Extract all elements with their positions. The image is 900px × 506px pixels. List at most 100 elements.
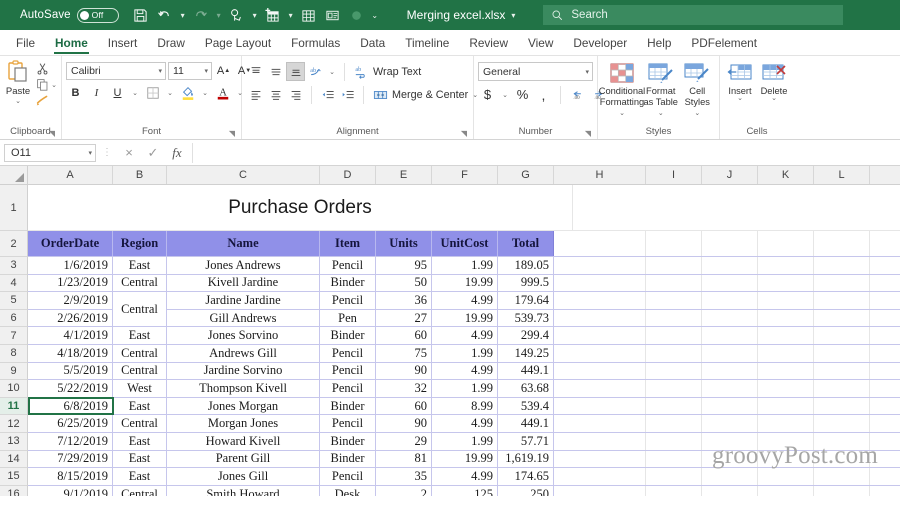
cell-total-5[interactable]: 179.64: [498, 292, 554, 309]
cell-name-3[interactable]: Jones Andrews: [167, 257, 320, 274]
conditional-formatting-button[interactable]: Conditional Formatting ⌄: [599, 60, 645, 119]
increase-font-size-icon[interactable]: A ▲: [214, 61, 233, 80]
paste-chevron-down-icon[interactable]: ⌄: [15, 97, 21, 105]
cell-l10[interactable]: [814, 380, 870, 397]
cell-l1[interactable]: [833, 185, 889, 230]
clipboard-dialog-launcher-icon[interactable]: ◥: [49, 129, 55, 138]
cell-l7[interactable]: [814, 327, 870, 344]
cell-h13[interactable]: [554, 432, 646, 450]
tab-help[interactable]: Help: [637, 30, 681, 55]
cell-unitcost-15[interactable]: 4.99: [432, 468, 498, 485]
touch-mode-icon[interactable]: [225, 3, 249, 27]
name-box[interactable]: O11 ▾: [4, 143, 96, 162]
cell-h7[interactable]: [554, 327, 646, 344]
conditional-formatting-chevron-down-icon[interactable]: ⌄: [619, 108, 625, 119]
confirm-formula-icon[interactable]: ✓: [142, 143, 164, 163]
row-header-13[interactable]: 13: [0, 432, 28, 451]
cell-l2[interactable]: [814, 231, 870, 256]
orientation-chevron-down-icon[interactable]: ⌄: [326, 62, 338, 81]
cell-total-11[interactable]: 539.4: [498, 397, 554, 415]
cell-region-14[interactable]: East: [113, 450, 167, 468]
column-header-e[interactable]: E: [376, 166, 432, 184]
search-input[interactable]: Search: [543, 5, 844, 25]
row-header-7[interactable]: 7: [0, 327, 28, 345]
tab-insert[interactable]: Insert: [98, 30, 148, 55]
spreadsheet-grid-icon[interactable]: [297, 3, 321, 27]
cell-i8[interactable]: [646, 344, 702, 362]
cell-i3[interactable]: [646, 257, 702, 274]
decrease-indent-icon[interactable]: [318, 85, 337, 104]
cell-k4[interactable]: [758, 274, 814, 292]
cell-region-7[interactable]: East: [113, 327, 167, 344]
cell-h12[interactable]: [554, 415, 646, 432]
cell-item-12[interactable]: Pencil: [320, 415, 376, 432]
cell-i14[interactable]: [646, 450, 702, 468]
select-all-corner[interactable]: [0, 166, 28, 184]
alignment-dialog-launcher-icon[interactable]: ◥: [461, 129, 467, 138]
header-cell-name[interactable]: Name: [167, 231, 320, 256]
column-header-i[interactable]: I: [646, 166, 702, 184]
cell-name-13[interactable]: Howard Kivell: [167, 432, 320, 450]
merged-title-cell[interactable]: Purchase Orders: [28, 185, 573, 231]
cell-units-9[interactable]: 90: [376, 362, 432, 380]
column-header-c[interactable]: C: [167, 166, 320, 184]
insert-cells-chevron-down-icon[interactable]: ⌄: [737, 95, 743, 102]
cell-item-6[interactable]: Pen: [320, 309, 376, 327]
cell-item-4[interactable]: Binder: [320, 274, 376, 292]
cell-orderdate-13[interactable]: 7/12/2019: [28, 432, 113, 450]
tab-draw[interactable]: Draw: [147, 30, 195, 55]
align-center-icon[interactable]: [266, 85, 285, 104]
cell-item-11[interactable]: Binder: [320, 397, 376, 415]
cell-region-16[interactable]: Central: [113, 485, 167, 496]
formula-bar-grip[interactable]: ⋮: [100, 147, 114, 158]
format-as-table-button[interactable]: Format as Table ⌄: [643, 60, 679, 119]
increase-indent-icon[interactable]: [338, 85, 357, 104]
column-header-b[interactable]: B: [113, 166, 167, 184]
cell-orderdate-12[interactable]: 6/25/2019: [28, 415, 113, 432]
cell-units-7[interactable]: 60: [376, 327, 432, 344]
undo-chevron-down-icon[interactable]: ▾: [177, 3, 189, 27]
cell-h9[interactable]: [554, 362, 646, 380]
cell-j2[interactable]: [702, 231, 758, 256]
align-left-icon[interactable]: [246, 85, 265, 104]
cell-k11[interactable]: [758, 397, 814, 415]
cell-j15[interactable]: [702, 468, 758, 485]
cell-unitcost-6[interactable]: 19.99: [432, 309, 498, 327]
cell-k9[interactable]: [758, 362, 814, 380]
new-table-chevron-down-icon[interactable]: ▾: [285, 3, 297, 27]
cell-region-9[interactable]: Central: [113, 362, 167, 380]
cell-units-11[interactable]: 60: [376, 397, 432, 415]
cell-item-3[interactable]: Pencil: [320, 257, 376, 274]
row-header-9[interactable]: 9: [0, 362, 28, 381]
cell-name-14[interactable]: Parent Gill: [167, 450, 320, 468]
cut-icon[interactable]: [34, 61, 50, 76]
cell-h8[interactable]: [554, 344, 646, 362]
cell-item-13[interactable]: Binder: [320, 432, 376, 450]
cell-units-16[interactable]: 2: [376, 485, 432, 496]
cell-total-16[interactable]: 250: [498, 485, 554, 496]
tab-developer[interactable]: Developer: [563, 30, 637, 55]
cell-orderdate-15[interactable]: 8/15/2019: [28, 468, 113, 485]
cell-item-8[interactable]: Pencil: [320, 344, 376, 362]
cell-styles-chevron-down-icon[interactable]: ⌄: [694, 108, 700, 119]
font-name-select[interactable]: Calibri ▾: [66, 61, 166, 80]
header-cell-item[interactable]: Item: [320, 231, 376, 256]
cell-k6[interactable]: [758, 309, 814, 327]
tab-page-layout[interactable]: Page Layout: [195, 30, 281, 55]
row-header-2[interactable]: 2: [0, 231, 28, 257]
cell-i2[interactable]: [646, 231, 702, 256]
cell-i12[interactable]: [646, 415, 702, 432]
paste-button[interactable]: Paste ⌄: [4, 59, 32, 105]
cell-unitcost-9[interactable]: 4.99: [432, 362, 498, 380]
cell-item-10[interactable]: Pencil: [320, 380, 376, 397]
cell-name-16[interactable]: Smith Howard: [167, 485, 320, 496]
cell-region-12[interactable]: Central: [113, 415, 167, 432]
cell-units-10[interactable]: 32: [376, 380, 432, 397]
save-icon[interactable]: [129, 3, 153, 27]
cell-j16[interactable]: [702, 485, 758, 496]
row-header-6[interactable]: 6: [0, 309, 28, 328]
column-header-h[interactable]: H: [554, 166, 646, 184]
form-view-icon[interactable]: [321, 3, 345, 27]
cell-i5[interactable]: [646, 292, 702, 309]
cell-unitcost-4[interactable]: 19.99: [432, 274, 498, 292]
